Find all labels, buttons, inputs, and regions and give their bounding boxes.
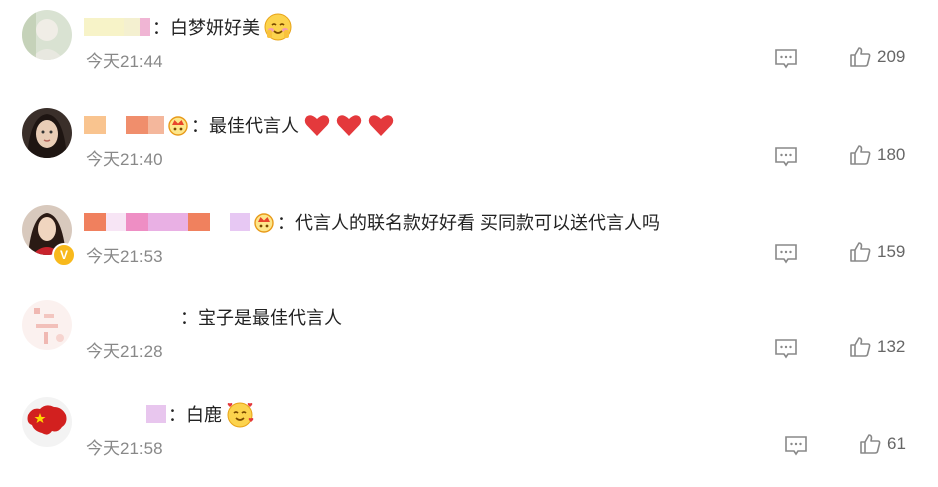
red-heart-emoji	[304, 115, 330, 136]
crown-badge-icon	[254, 213, 274, 233]
comment-line: ：白鹿	[84, 397, 254, 431]
blurred-username[interactable]	[86, 308, 178, 326]
comment-text: ：代言人的联名款好好看 买同款可以送代言人吗	[277, 213, 660, 233]
thumbs-up-icon	[850, 47, 871, 67]
blush-face-emoji	[264, 13, 292, 41]
avatar[interactable]	[22, 10, 72, 60]
crown-badge-icon	[168, 116, 188, 136]
thumbs-up-icon	[850, 145, 871, 165]
blurred-username[interactable]	[148, 116, 164, 134]
like-button[interactable]: 132	[849, 336, 905, 358]
blurred-username[interactable]	[84, 213, 106, 231]
red-heart-emoji	[368, 115, 394, 136]
verified-badge: V	[52, 243, 76, 267]
red-heart-emoji	[336, 115, 362, 136]
like-button[interactable]: 209	[849, 46, 905, 68]
comment-item: ：白鹿 今天21:58 61	[0, 397, 938, 487]
blurred-username[interactable]	[84, 18, 124, 36]
comment-time: 今天21:44	[86, 52, 163, 71]
comment-item: ：最佳代言人 今天21:40 180	[0, 108, 938, 198]
hearts-face-emoji	[227, 402, 254, 428]
comment-reply-icon[interactable]	[774, 243, 798, 265]
like-count: 61	[887, 434, 906, 453]
blurred-username[interactable]	[124, 18, 140, 36]
comment-time: 今天21:28	[86, 342, 163, 361]
comment-item: ：宝子是最佳代言人 今天21:28 132	[0, 300, 938, 390]
comment-line: ：最佳代言人	[84, 108, 395, 142]
comment-time: 今天21:58	[86, 439, 163, 458]
like-count: 159	[877, 242, 906, 261]
avatar[interactable]	[22, 108, 72, 158]
blurred-username[interactable]	[148, 213, 188, 231]
like-button[interactable]: 61	[859, 433, 906, 455]
blurred-username[interactable]	[106, 116, 126, 134]
comment-item: ：白梦妍好美 今天21:44 209	[0, 10, 938, 100]
like-count: 132	[877, 337, 906, 356]
comment-line: ：宝子是最佳代言人	[86, 300, 342, 334]
comment-reply-icon[interactable]	[774, 146, 798, 168]
like-count: 180	[877, 145, 906, 164]
blurred-username[interactable]	[146, 405, 166, 423]
comment-text: ：最佳代言人	[191, 116, 299, 136]
blurred-username[interactable]	[230, 213, 250, 231]
blurred-username[interactable]	[140, 18, 150, 36]
comment-line: ：代言人的联名款好好看 买同款可以送代言人吗	[84, 205, 660, 239]
thumbs-up-icon	[860, 434, 881, 454]
comment-reply-icon[interactable]	[784, 435, 808, 457]
blurred-username[interactable]	[84, 405, 146, 423]
avatar[interactable]	[22, 300, 72, 350]
comment-text: ：白梦妍好美	[152, 18, 260, 38]
blurred-username[interactable]	[126, 213, 148, 231]
comment-reply-icon[interactable]	[774, 48, 798, 70]
thumbs-up-icon	[850, 337, 871, 357]
comment-text: ：白鹿	[168, 405, 222, 425]
comment-line: ：白梦妍好美	[84, 10, 292, 44]
like-button[interactable]: 180	[849, 144, 905, 166]
thumbs-up-icon	[850, 242, 871, 262]
blurred-username[interactable]	[126, 116, 148, 134]
avatar[interactable]	[22, 397, 72, 447]
blurred-username[interactable]	[106, 213, 126, 231]
like-button[interactable]: 159	[849, 241, 905, 263]
blurred-username[interactable]	[210, 213, 230, 231]
comment-time: 今天21:40	[86, 150, 163, 169]
comment-text: ：宝子是最佳代言人	[180, 308, 342, 328]
comment-time: 今天21:53	[86, 247, 163, 266]
like-count: 209	[877, 47, 906, 66]
blurred-username[interactable]	[188, 213, 210, 231]
blurred-username[interactable]	[84, 116, 106, 134]
comment-item: V ：代言人的联名款好好看 买同款可以送代言人吗 今天21:53 159	[0, 205, 938, 295]
comment-reply-icon[interactable]	[774, 338, 798, 360]
